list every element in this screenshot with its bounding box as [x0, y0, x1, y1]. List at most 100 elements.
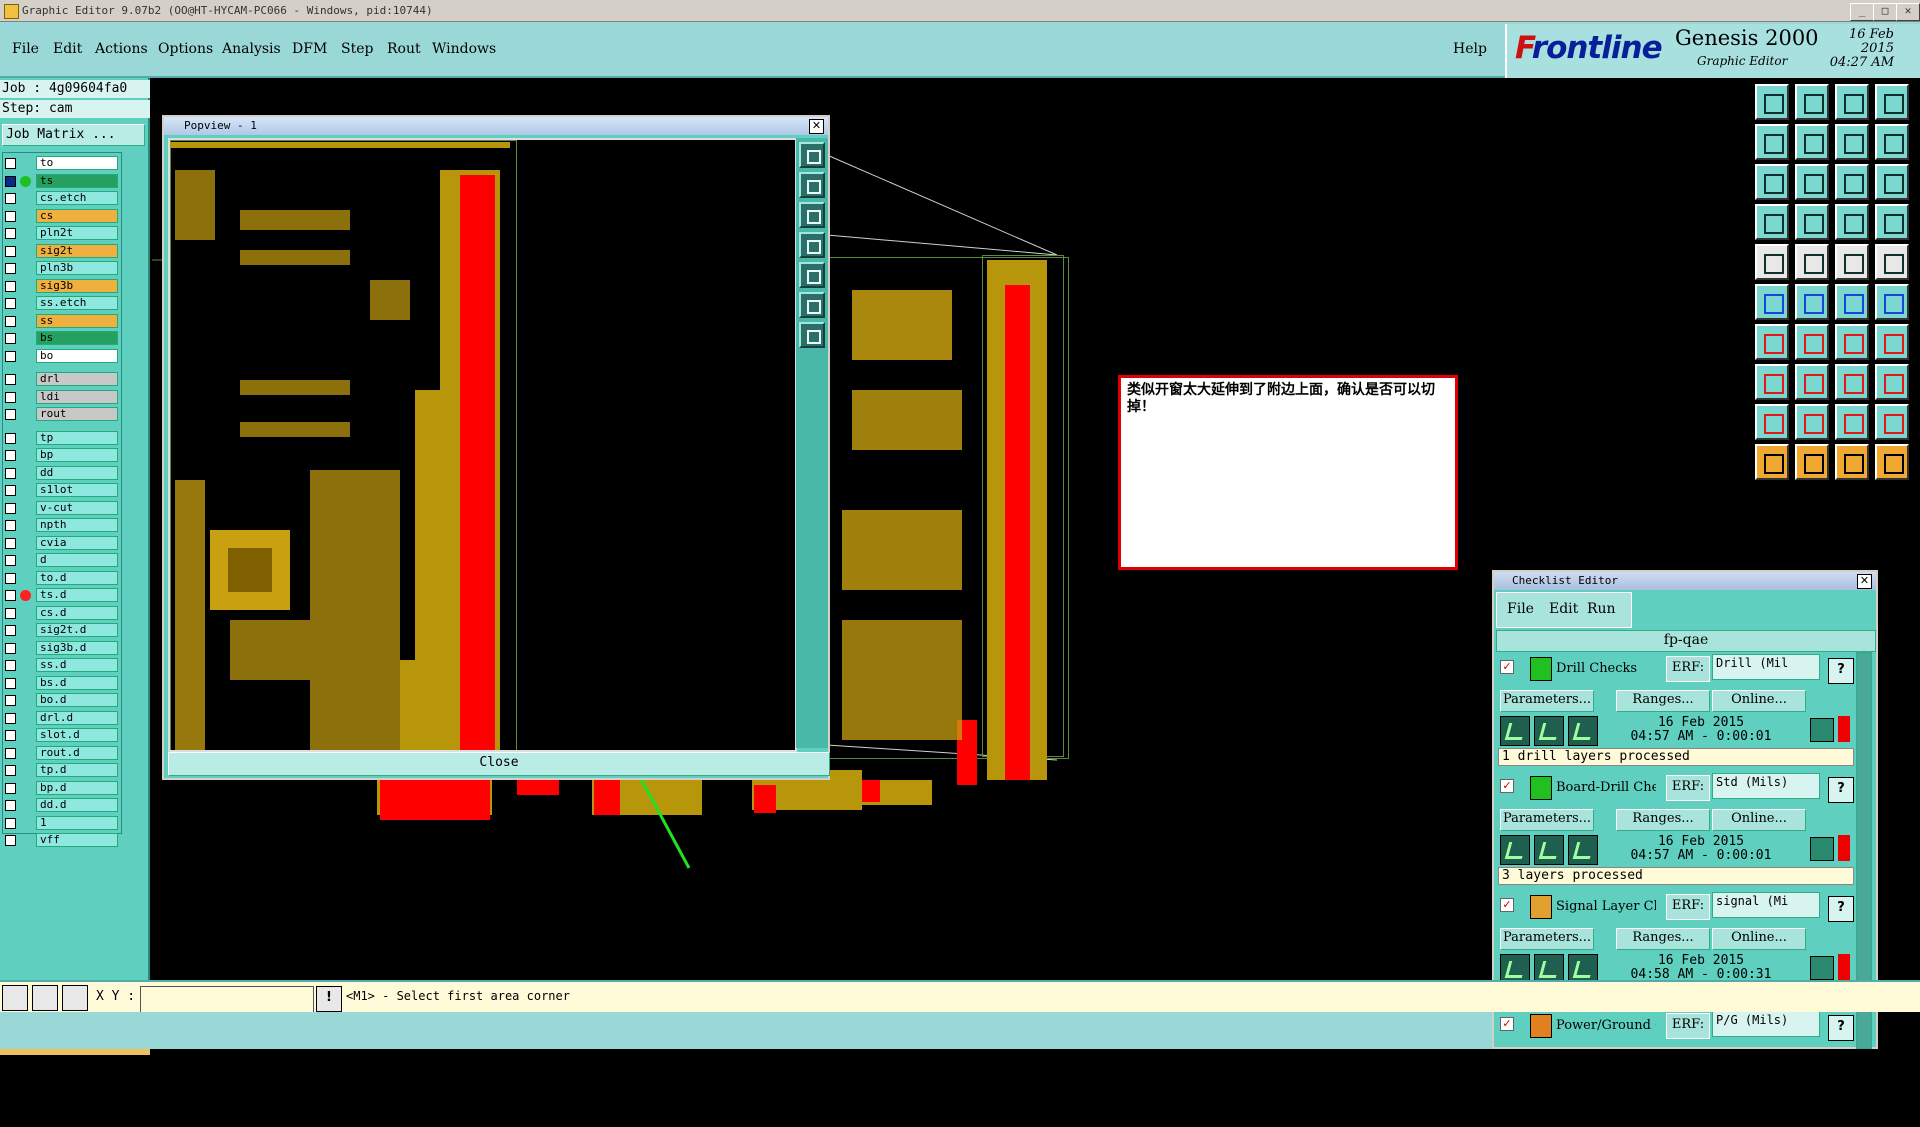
layer-name[interactable]: to.d [36, 570, 118, 585]
layer-row[interactable]: drl.d [3, 710, 119, 725]
checklist-menu-edit[interactable]: Edit [1549, 601, 1578, 617]
layer-checkbox[interactable] [5, 193, 16, 204]
move-left-icon[interactable] [1755, 124, 1789, 160]
layer-checkbox[interactable] [5, 263, 16, 274]
layer-row[interactable]: to.d [3, 570, 119, 585]
layer-checkbox[interactable] [5, 660, 16, 671]
layer-name[interactable]: bs [36, 331, 118, 345]
layer-row[interactable]: bo [3, 348, 119, 363]
layer-name[interactable]: 1 [36, 815, 118, 830]
action-help-button[interactable]: ? [1828, 777, 1854, 803]
layer-checkbox[interactable] [5, 245, 16, 257]
layer-checkbox[interactable] [5, 607, 16, 619]
menu-actions[interactable]: Actions [95, 41, 148, 57]
pointer-icon[interactable] [1755, 444, 1789, 480]
menu-step[interactable]: Step [341, 41, 373, 57]
layer-name[interactable]: to [36, 156, 118, 170]
layer-row[interactable]: ss [3, 313, 119, 328]
layer-checkbox[interactable] [5, 228, 16, 239]
layer-row[interactable]: bs [3, 331, 119, 345]
layer-checkbox[interactable] [5, 450, 16, 461]
layer-name[interactable]: bp [36, 448, 118, 462]
pointer-box-icon[interactable] [1795, 444, 1829, 480]
results-zoom-icon[interactable] [1810, 718, 1834, 742]
results-zoom-icon[interactable] [1810, 956, 1834, 980]
checklist-editor-window[interactable]: Checklist Editor ✕ File Edit Run fp-qae … [1492, 570, 1878, 1049]
action-help-button[interactable]: ? [1828, 896, 1854, 922]
home-icon[interactable] [1835, 84, 1869, 120]
layer-checkbox[interactable] [5, 520, 16, 531]
menu-rout[interactable]: Rout [387, 41, 421, 57]
online-button[interactable]: Online... [1712, 809, 1806, 831]
layer-name[interactable]: tp [36, 430, 118, 445]
layer-checkbox[interactable] [5, 642, 16, 654]
results-zoom-icon[interactable] [1810, 837, 1834, 861]
copy-icon[interactable] [1875, 364, 1909, 400]
layer-checkbox[interactable] [5, 537, 16, 549]
popview-board-view[interactable] [168, 138, 797, 752]
layer-checkbox[interactable] [5, 800, 16, 811]
run-action-icon[interactable] [1500, 716, 1530, 746]
layer-name[interactable]: v-cut [36, 500, 118, 515]
checklist-close-icon[interactable]: ✕ [1857, 574, 1872, 589]
layer-name[interactable]: ldi [36, 389, 118, 404]
layer-checkbox[interactable] [5, 432, 16, 444]
layer-row[interactable]: tp.d [3, 763, 119, 777]
layer-checkbox[interactable] [5, 374, 16, 385]
layer-checkbox[interactable] [5, 712, 16, 724]
layer-name[interactable]: cs.d [36, 605, 118, 620]
layer-row[interactable]: ts.d [3, 588, 119, 602]
layer-row[interactable]: npth [3, 518, 119, 532]
menu-dfm[interactable]: DFM [292, 41, 327, 57]
layer-name[interactable]: ss.d [36, 658, 118, 672]
layer-row[interactable]: cs [3, 208, 119, 223]
layer-name[interactable]: sig2t [36, 243, 118, 258]
layer-row[interactable]: d [3, 553, 119, 567]
undo-icon[interactable] [1835, 124, 1869, 160]
draw-line-icon[interactable] [1755, 324, 1789, 360]
layer-checkbox[interactable] [5, 625, 16, 636]
layer-up-icon[interactable] [1755, 84, 1789, 120]
layer-name[interactable]: bs.d [36, 675, 118, 690]
popview-pan-up-icon[interactable] [799, 172, 825, 198]
triangle-c-icon[interactable] [1835, 404, 1869, 440]
layer-name[interactable]: cs.etch [36, 191, 118, 205]
cross-icon[interactable] [1795, 284, 1829, 320]
layer-row[interactable]: bp [3, 448, 119, 462]
layer-row[interactable]: bo.d [3, 693, 119, 707]
layer-name[interactable]: sig3b [36, 278, 118, 293]
fit-screen-icon[interactable] [1755, 164, 1789, 200]
menu-file[interactable]: File [12, 41, 39, 57]
layer-row[interactable]: to [3, 156, 119, 170]
layer-down-icon[interactable] [1795, 84, 1829, 120]
menu-windows[interactable]: Windows [432, 41, 496, 57]
layer-checkbox[interactable] [5, 485, 16, 496]
triangle-a-icon[interactable] [1755, 404, 1789, 440]
action-checkbox[interactable]: ✓ [1500, 1017, 1514, 1031]
layer-checkbox[interactable] [5, 350, 16, 362]
dot-icon[interactable] [1875, 244, 1909, 280]
popview-pan-right-icon[interactable] [799, 262, 825, 288]
layer-row[interactable]: pln3b [3, 261, 119, 275]
layer-name[interactable]: pln2t [36, 226, 118, 240]
popview-pan-down-icon[interactable] [799, 202, 825, 228]
ranges-button[interactable]: Ranges... [1616, 928, 1710, 950]
line-icon[interactable] [1835, 244, 1869, 280]
layer-row[interactable]: drl [3, 372, 119, 386]
layer-name[interactable]: cs [36, 208, 118, 223]
layer-checkbox[interactable] [5, 782, 16, 794]
pad-icon[interactable] [1755, 244, 1789, 280]
grid-icon[interactable] [1795, 204, 1829, 240]
grid-tool-icon[interactable] [62, 985, 88, 1011]
menu-options[interactable]: Options [158, 41, 213, 57]
layer-name[interactable]: bo.d [36, 693, 118, 707]
layer-row[interactable]: 1 [3, 815, 119, 830]
layer-row[interactable]: bs.d [3, 675, 119, 690]
layer-row[interactable]: sig3b [3, 278, 119, 293]
job-matrix-button[interactable]: Job Matrix ... [2, 124, 145, 146]
popview-pan-left-icon[interactable] [799, 232, 825, 258]
layer-checkbox[interactable] [5, 817, 16, 829]
online-button[interactable]: Online... [1712, 928, 1806, 950]
move-right-icon[interactable] [1795, 124, 1829, 160]
erf-value[interactable]: Drill (Mil [1712, 654, 1820, 680]
